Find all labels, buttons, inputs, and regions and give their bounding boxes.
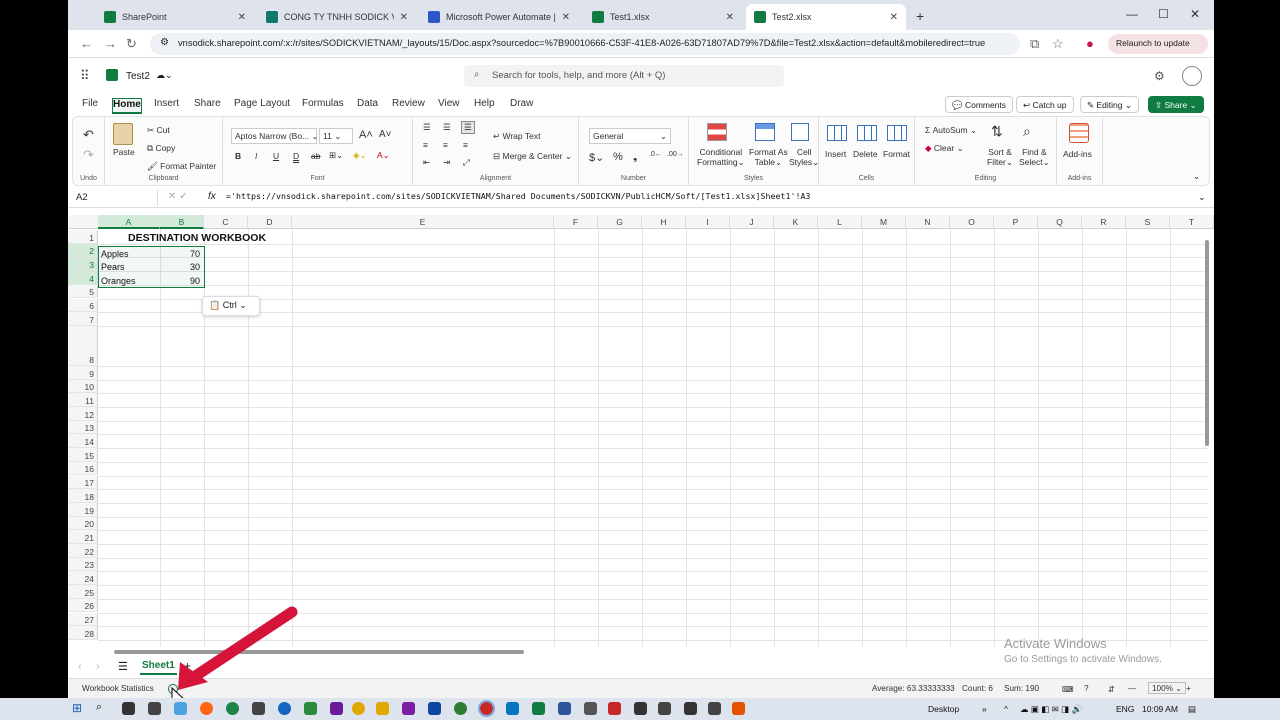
arrow-shaft bbox=[188, 606, 298, 683]
windows-start-icon[interactable]: ⊞ bbox=[72, 701, 82, 715]
browser-window: SharePoint✕ CONG TY TNHH SODICK VIET N✕ … bbox=[68, 0, 1214, 698]
annotation-arrow bbox=[171, 606, 298, 698]
taskbar-app-icon[interactable] bbox=[252, 702, 265, 715]
taskbar-app-icon[interactable] bbox=[584, 702, 597, 715]
clock[interactable]: 10:09 AM bbox=[1142, 704, 1178, 714]
left-black-bar bbox=[0, 0, 68, 720]
excel-taskbar-icon[interactable] bbox=[532, 702, 545, 715]
toolbar-expand-icon[interactable]: » bbox=[982, 704, 987, 714]
notifications-icon[interactable]: ▤ bbox=[1188, 704, 1196, 715]
taskbar-app-icon[interactable] bbox=[732, 702, 745, 715]
firefox-icon[interactable] bbox=[200, 702, 213, 715]
tray-icons[interactable]: ☁ ▣ ◧ ✉ ◨ 🔊 bbox=[1020, 704, 1082, 715]
desktop-toolbar[interactable]: Desktop bbox=[928, 704, 959, 714]
task-view-icon[interactable] bbox=[122, 702, 135, 715]
taskbar-app-icon[interactable] bbox=[330, 702, 343, 715]
chrome-active-icon[interactable] bbox=[478, 700, 495, 717]
taskbar-app-icon[interactable] bbox=[226, 702, 239, 715]
taskbar-app-icon[interactable] bbox=[608, 702, 621, 715]
taskbar-app-icon[interactable] bbox=[428, 702, 441, 715]
right-black-bar bbox=[1214, 0, 1280, 720]
taskbar-app-icon[interactable] bbox=[454, 702, 467, 715]
chrome-icon[interactable] bbox=[352, 702, 365, 715]
taskbar-app-icon[interactable] bbox=[506, 702, 519, 715]
taskbar-app-icon[interactable] bbox=[658, 702, 671, 715]
file-explorer-icon[interactable] bbox=[376, 702, 389, 715]
taskbar-app-icon[interactable] bbox=[148, 702, 161, 715]
taskbar-app-icon[interactable] bbox=[278, 702, 291, 715]
taskbar-app-icon[interactable] bbox=[634, 702, 647, 715]
taskbar-app-icon[interactable] bbox=[174, 702, 187, 715]
word-taskbar-icon[interactable] bbox=[558, 702, 571, 715]
windows-taskbar: ⊞ ⌕ Desktop » ^ ☁ ▣ ◧ ✉ ◨ 🔊 ENG 10:09 AM… bbox=[0, 698, 1280, 720]
taskbar-app-icon[interactable] bbox=[708, 702, 721, 715]
tray-overflow-icon[interactable]: ^ bbox=[1004, 704, 1008, 714]
taskbar-search-icon[interactable]: ⌕ bbox=[96, 701, 102, 714]
taskbar-app-icon[interactable] bbox=[402, 702, 415, 715]
language-indicator[interactable]: ENG bbox=[1116, 704, 1134, 714]
taskbar-app-icon[interactable] bbox=[684, 702, 697, 715]
taskbar-app-icon[interactable] bbox=[304, 702, 317, 715]
